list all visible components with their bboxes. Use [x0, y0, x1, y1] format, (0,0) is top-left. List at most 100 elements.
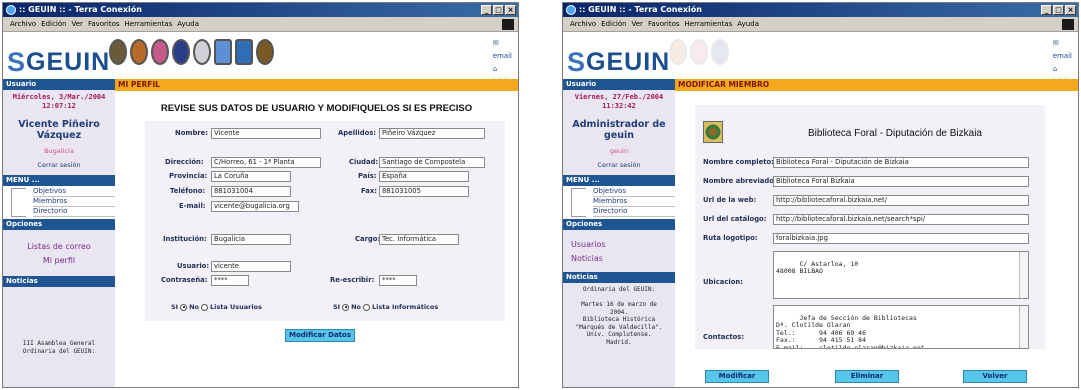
minimize-button[interactable]: _: [1041, 5, 1052, 15]
lista-usuarios-options: SI No Lista Usuarios: [171, 303, 262, 311]
seal-icon: [109, 39, 127, 65]
menu-tree: Objetivos Miembros Directorio: [3, 186, 115, 219]
scrollbar[interactable]: [1019, 252, 1028, 298]
ubicacion-textarea[interactable]: C/ Astarloa, 10 48008 BILBAO: [773, 251, 1029, 299]
radio-no-informaticos[interactable]: [363, 303, 371, 311]
windows-logo-icon: [502, 19, 514, 30]
usuario-header: Usuario: [563, 79, 675, 90]
contactos-textarea[interactable]: Jefa de Sección de Bibliotecas Dª. Cloti…: [773, 305, 1029, 349]
minimize-button[interactable]: _: [481, 5, 492, 15]
ciudad-field[interactable]: Santiago de Compostela: [379, 157, 485, 168]
option-mi-perfil[interactable]: Mi perfil: [3, 254, 115, 268]
menu-ayuda[interactable]: Ayuda: [737, 17, 759, 31]
menu-edicion[interactable]: Edición: [41, 17, 66, 31]
menu-item-directorio[interactable]: Directorio: [33, 207, 115, 217]
windows-logo-icon: [1062, 19, 1074, 30]
menu-herramientas[interactable]: Herramientas: [125, 17, 173, 31]
geuin-logo[interactable]: S GEUIN: [7, 47, 110, 78]
close-button[interactable]: ×: [505, 5, 516, 15]
menu-herramientas[interactable]: Herramientas: [685, 17, 733, 31]
institucion-field[interactable]: Bugalicia: [211, 234, 291, 245]
usuario-field[interactable]: vicente: [211, 261, 291, 272]
radio-si-informaticos[interactable]: [342, 303, 350, 311]
url-web-label: Url de la web:: [703, 196, 757, 204]
menu-favoritos[interactable]: Favoritos: [88, 17, 120, 31]
logout-link[interactable]: Cerrar sesión: [3, 155, 115, 169]
menu-archivo[interactable]: Archivo: [570, 17, 596, 31]
browser-icon: [566, 5, 576, 15]
menu-edicion[interactable]: Edición: [601, 17, 626, 31]
cargo-field[interactable]: Tec. Informática: [379, 234, 459, 245]
option-usuarios[interactable]: Usuarios: [563, 238, 675, 252]
menu-archivo[interactable]: Archivo: [10, 17, 36, 31]
library-emblem: [703, 121, 723, 143]
fax-field[interactable]: 881031005: [379, 186, 469, 197]
apellidos-label: Apellidos:: [338, 129, 377, 137]
menu-tree: Objetivos Miembros Directorio: [563, 186, 675, 219]
email-link[interactable]: ✉ email: [493, 37, 512, 63]
main-content: MODIFICAR MIEMBRO Biblioteca Foral - Dip…: [675, 79, 1078, 387]
page-heading: REVISE SUS DATOS DE USUARIO Y MODIFIQUEL…: [160, 103, 473, 114]
opciones-header: Opciones: [3, 219, 115, 230]
menu-ver[interactable]: Ver: [72, 17, 83, 31]
window-title: :: GEUIN :: - Terra Conexión: [579, 5, 702, 14]
close-button[interactable]: ×: [1065, 5, 1076, 15]
menu-bar: Archivo Edición Ver Favoritos Herramient…: [3, 17, 518, 32]
nombre-completo-label: Nombre completo:: [703, 158, 774, 166]
radio-si-usuarios[interactable]: [180, 303, 188, 311]
telefono-label: Teléfono:: [170, 187, 206, 195]
modificar-button[interactable]: Modificar: [705, 370, 769, 383]
geuin-logo[interactable]: S GEUIN: [567, 47, 670, 78]
seal-icon: [711, 39, 729, 65]
email-field[interactable]: vicente@bugalicia.org: [211, 201, 299, 212]
password-field[interactable]: ****: [211, 275, 249, 286]
menu-ayuda[interactable]: Ayuda: [177, 17, 199, 31]
ruta-logotipo-field[interactable]: foralbizkaia.jpg: [773, 233, 1029, 244]
direccion-field[interactable]: C/Horreo, 61 - 1ª Planta: [211, 157, 321, 168]
university-seals: [669, 39, 729, 65]
menu-item-objetivos[interactable]: Objetivos: [593, 187, 675, 197]
ciudad-label: Ciudad:: [349, 158, 379, 166]
option-listas-correo[interactable]: Listas de correo: [3, 240, 115, 254]
logout-link[interactable]: Cerrar sesión: [563, 155, 675, 169]
user-name: Vicente Piñeiro Vázquez: [18, 119, 100, 141]
cargo-label: Cargo:: [355, 235, 381, 243]
password-confirm-field[interactable]: ****: [379, 275, 417, 286]
eliminar-button[interactable]: Eliminar: [835, 370, 899, 383]
url-web-field[interactable]: http://bibliotecaforal.bizkaia.net/: [773, 195, 1029, 206]
url-catalogo-field[interactable]: http://bibliotecaforal.bizkaia.net/searc…: [773, 214, 1029, 225]
news-text: III Asamblea General Ordinaria del GEUIN…: [22, 340, 96, 355]
window-title-bar: :: GEUIN :: - Terra Conexión _ □ ×: [3, 3, 518, 17]
seal-icon: [172, 39, 190, 65]
reescribir-label: Re-escribir:: [330, 276, 375, 284]
seal-icon: [214, 39, 232, 65]
sidebar: Usuario Viernes, 27/Feb./2004 11:32:42 A…: [563, 79, 675, 387]
option-noticias[interactable]: Noticias: [563, 252, 675, 266]
maximize-button[interactable]: □: [493, 5, 504, 15]
menu-item-objetivos[interactable]: Objetivos: [33, 187, 115, 197]
email-link[interactable]: ✉ email: [1053, 37, 1072, 63]
user-organization: Bugalicia: [44, 147, 74, 155]
radio-no-usuarios[interactable]: [201, 303, 209, 311]
menu-ver[interactable]: Ver: [632, 17, 643, 31]
nombre-abreviado-field[interactable]: Biblioteca Foral Bizkaia: [773, 176, 1029, 187]
pais-field[interactable]: España: [379, 171, 469, 182]
menu-favoritos[interactable]: Favoritos: [648, 17, 680, 31]
provincia-field[interactable]: La Coruña: [211, 171, 291, 182]
fax-label: Fax:: [361, 187, 377, 195]
modificar-datos-button[interactable]: Modificar Datos: [285, 329, 355, 342]
site-header: SGEUIN ✉ email ⌂ inicio: [3, 33, 518, 86]
menu-item-directorio[interactable]: Directorio: [593, 207, 675, 217]
apellidos-field[interactable]: Piñeiro Vázquez: [379, 128, 485, 139]
nombre-field[interactable]: Vicente: [211, 128, 321, 139]
scrollbar[interactable]: [1019, 306, 1028, 348]
menu-item-miembros[interactable]: Miembros: [33, 197, 115, 207]
volver-button[interactable]: Volver: [963, 370, 1027, 383]
user-name: Administrador de geuin: [572, 119, 666, 141]
menu-item-miembros[interactable]: Miembros: [593, 197, 675, 207]
telefono-field[interactable]: 881031004: [211, 186, 291, 197]
nombre-completo-field[interactable]: Biblioteca Foral - Diputación de Bizkaia: [773, 157, 1029, 168]
seal-icon: [690, 39, 708, 65]
maximize-button[interactable]: □: [1053, 5, 1064, 15]
user-organization: geuin: [609, 147, 629, 155]
